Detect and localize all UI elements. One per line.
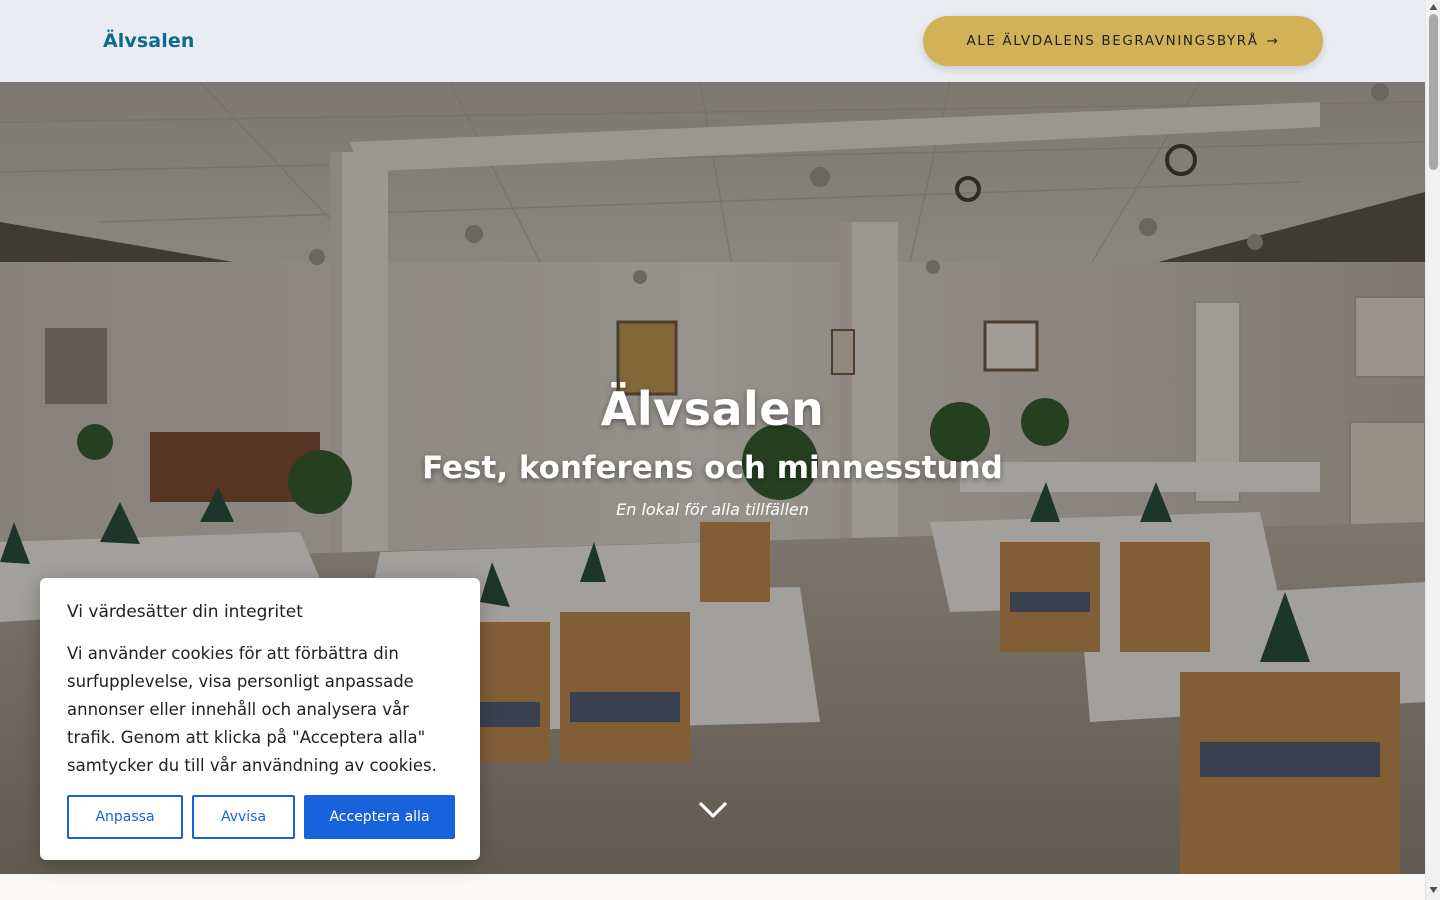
scrollbar-thumb[interactable]: [1429, 14, 1438, 170]
hero-text-block: Älvsalen Fest, konferens och minnesstund…: [0, 382, 1425, 519]
reject-cookies-button[interactable]: Avvisa: [192, 795, 295, 839]
accept-all-cookies-button[interactable]: Acceptera alla: [304, 795, 455, 839]
hero-tagline: En lokal för alla tillfällen: [616, 500, 809, 519]
arrow-right-icon: →: [1266, 33, 1280, 49]
cookie-consent-banner: Vi värdesätter din integritet Vi använde…: [40, 578, 480, 860]
cta-label: ALE ÄLVDALENS BEGRAVNINGSBYRÅ: [966, 33, 1259, 49]
site-header: Älvsalen ALE ÄLVDALENS BEGRAVNINGSBYRÅ →: [0, 0, 1425, 82]
cookie-button-group: Anpassa Avvisa Acceptera alla: [67, 795, 455, 839]
cookie-banner-title: Vi värdesätter din integritet: [67, 602, 303, 622]
cookie-banner-text: Vi använder cookies för att förbättra di…: [67, 644, 437, 775]
hero-title: Älvsalen: [600, 382, 825, 436]
hero-subtitle: Fest, konferens och minnesstund: [422, 450, 1003, 486]
scroll-up-arrow-icon[interactable]: [1429, 3, 1438, 11]
site-logo[interactable]: Älvsalen: [103, 30, 194, 52]
scroll-down-arrow-icon[interactable]: [1429, 886, 1438, 894]
page-scrollbar[interactable]: [1425, 0, 1440, 900]
funeral-home-link-button[interactable]: ALE ÄLVDALENS BEGRAVNINGSBYRÅ →: [923, 16, 1323, 66]
customize-cookies-button[interactable]: Anpassa: [67, 795, 183, 839]
chevron-down-icon[interactable]: [697, 798, 729, 822]
